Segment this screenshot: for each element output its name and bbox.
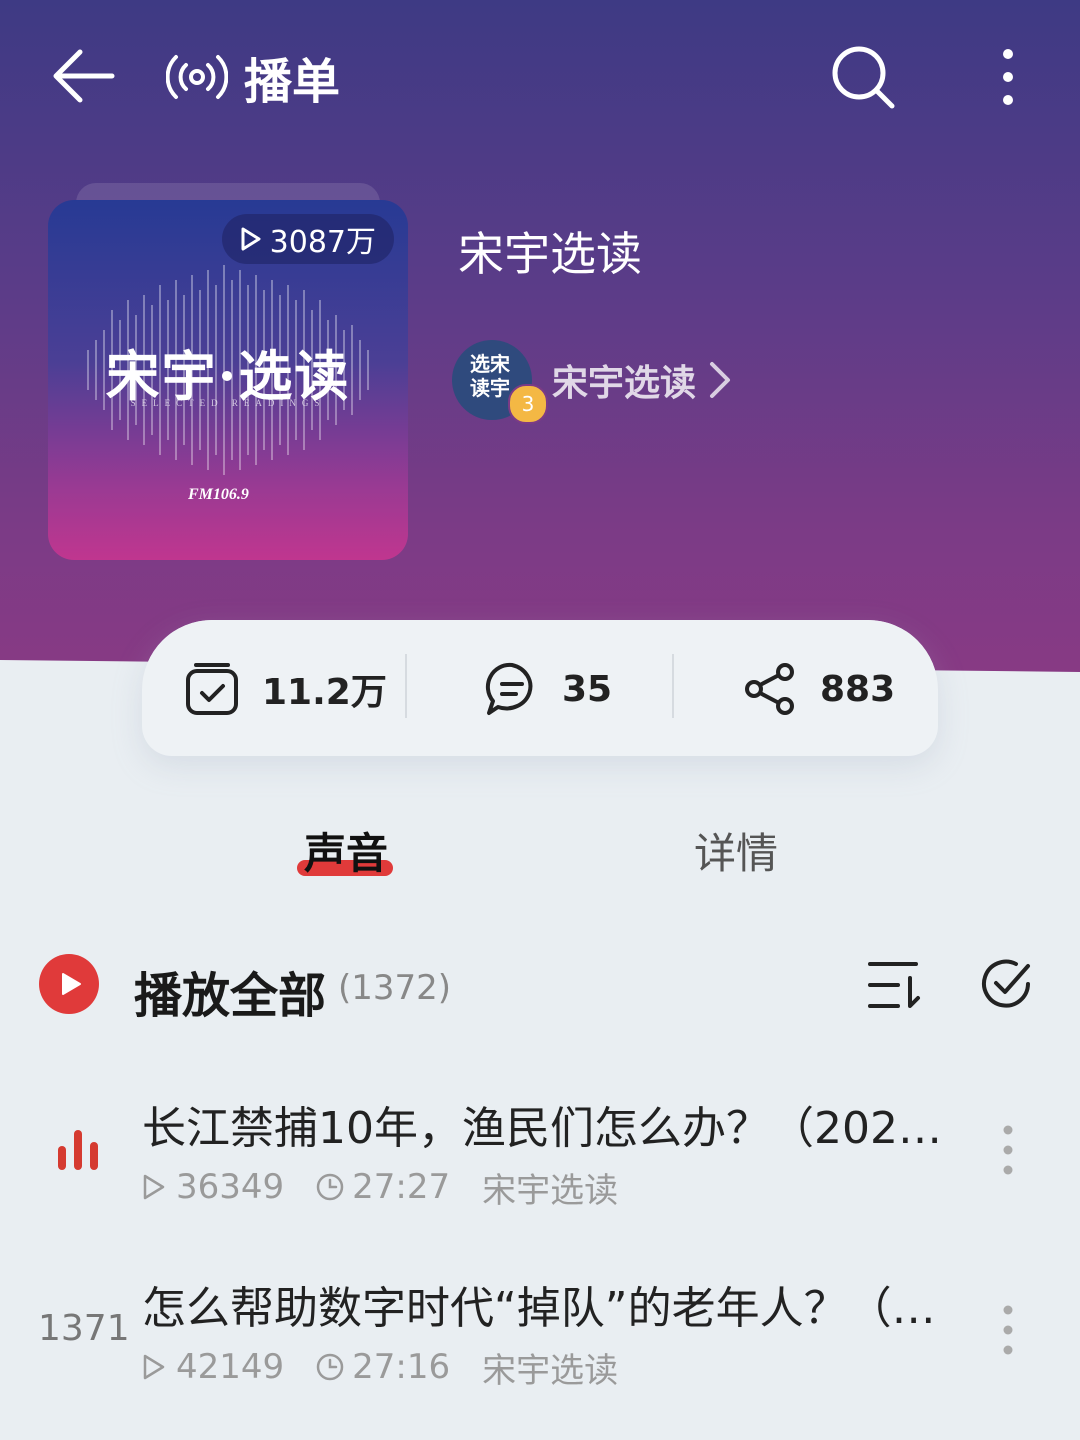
share-count: 883 — [820, 668, 896, 710]
play-count-icon — [143, 1354, 165, 1380]
more-options-icon[interactable] — [990, 44, 1026, 110]
comment-button[interactable]: 35 — [484, 654, 612, 724]
level-number: 3 — [521, 392, 535, 416]
subscribe-button[interactable]: 11.2万 — [184, 654, 387, 724]
play-count-badge: 3087万 — [221, 214, 394, 264]
track-more-icon[interactable] — [996, 1124, 1020, 1176]
comment-icon — [485, 662, 533, 715]
clock-icon — [316, 1173, 344, 1201]
track-plays: 36349 — [176, 1167, 285, 1207]
level-badge: 3 — [508, 384, 548, 424]
broadcast-icon — [166, 55, 228, 99]
multi-select-icon[interactable] — [978, 956, 1034, 1012]
play-count-icon — [143, 1174, 165, 1200]
stats-card: 11.2万 35 883 — [142, 620, 938, 760]
play-all-button[interactable]: 播放全部 — [134, 956, 326, 1026]
clock-icon — [316, 1353, 344, 1381]
cover-subtitle: SELECTED READINGS — [130, 398, 326, 408]
tab-voice[interactable]: 声音 — [304, 820, 388, 881]
track-author: 宋宇选读 — [482, 1350, 619, 1391]
track-index: 1371 — [38, 1308, 130, 1349]
play-triangle-icon — [241, 227, 261, 251]
stats-divider — [405, 654, 407, 718]
track-author: 宋宇选读 — [482, 1170, 619, 1211]
stats-panel: 11.2万 35 883 — [142, 620, 938, 756]
back-arrow-icon[interactable] — [50, 46, 116, 106]
track-plays: 42149 — [176, 1347, 285, 1387]
share-icon — [745, 663, 794, 715]
stats-divider — [672, 654, 674, 718]
chevron-right-icon — [710, 362, 731, 398]
sort-icon[interactable] — [866, 958, 922, 1012]
track-title[interactable]: 怎么帮助数字时代“掉队”的老年人？（2... — [142, 1272, 952, 1336]
track-title[interactable]: 长江禁捕10年，渔民们怎么办？（2021... — [142, 1092, 952, 1156]
now-playing-equalizer-icon — [58, 1130, 98, 1170]
track-duration: 27:16 — [352, 1347, 451, 1387]
play-count: 3087万 — [269, 225, 376, 260]
track-more-icon[interactable] — [996, 1304, 1020, 1356]
subscribe-icon — [186, 663, 238, 715]
album-title: 宋宇选读 — [458, 227, 642, 281]
track-row[interactable]: 1371 怎么帮助数字时代“掉队”的老年人？（2... 42149 27:16 … — [0, 1270, 1080, 1420]
track-meta: 36349 27:27 宋宇选读 — [142, 1162, 618, 1212]
share-button[interactable]: 883 — [742, 654, 895, 724]
album-cover[interactable]: 3087万 宋宇·选读 SELECTED READINGS FM106.9 — [48, 200, 408, 560]
author-name[interactable]: 宋宇选读 — [552, 354, 696, 406]
track-meta: 42149 27:16 宋宇选读 — [142, 1342, 618, 1392]
track-duration: 27:27 — [352, 1167, 451, 1207]
top-bar: 播单 — [0, 30, 1080, 126]
page-title: 播单 — [244, 54, 341, 110]
play-all-icon[interactable] — [38, 953, 100, 1015]
tab-detail[interactable]: 详情 — [694, 820, 778, 881]
subscribe-count: 11.2万 — [262, 672, 387, 713]
track-total-count: (1372) — [338, 968, 452, 1008]
avatar[interactable]: 选宋读宇 3 — [452, 340, 548, 424]
author-link[interactable]: 选宋读宇 3 宋宇选读 — [452, 340, 732, 424]
search-icon[interactable] — [830, 44, 896, 110]
station-logo: FM106.9 — [188, 486, 249, 503]
comment-count: 35 — [562, 668, 613, 710]
track-row[interactable]: 长江禁捕10年，渔民们怎么办？（2021... 36349 27:27 宋宇选读 — [0, 1090, 1080, 1240]
